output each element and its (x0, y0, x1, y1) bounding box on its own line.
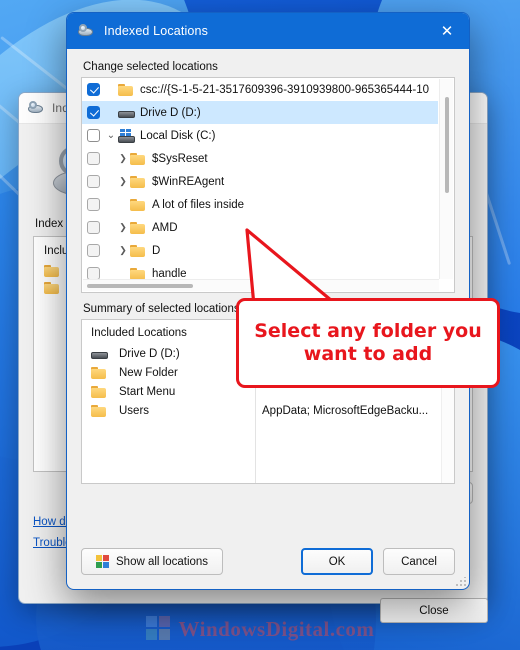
tree-row-label: Drive D (D:) (140, 106, 201, 119)
chevron-right-icon[interactable]: ❯ (116, 176, 130, 187)
summary-included-column: Included Locations Drive D (D:) New Folder… (91, 327, 255, 420)
tree-row[interactable]: ❯ $WinREAgent (82, 170, 438, 193)
resize-grip[interactable] (456, 577, 466, 587)
indexing-options-icon (27, 100, 45, 116)
tree-row-checkbox[interactable] (87, 106, 100, 119)
drive-icon (118, 106, 135, 119)
tree-vertical-scrollbar[interactable] (439, 79, 453, 279)
tree-vertical-scroll-thumb[interactable] (445, 97, 449, 193)
folder-icon (44, 281, 60, 294)
tree-row-checkbox[interactable] (87, 83, 100, 96)
tree-row-label: D (152, 244, 161, 257)
tree-row[interactable]: Drive D (D:) (82, 101, 438, 124)
dialog-button-row: Show all locations OK Cancel (81, 548, 455, 575)
tree-row-label: $SysReset (152, 152, 208, 165)
show-all-locations-button[interactable]: Show all locations (81, 548, 224, 575)
chevron-right-icon[interactable]: ❯ (116, 222, 130, 233)
show-all-locations-label: Show all locations (116, 555, 209, 568)
folder-icon (91, 385, 107, 398)
tree-row[interactable]: ⌄ Local Disk (C:) (82, 124, 438, 147)
tree-row-checkbox[interactable] (87, 221, 100, 234)
change-locations-label: Change selected locations (83, 61, 218, 73)
summary-row[interactable]: Drive D (D:) (91, 344, 255, 363)
tree-row-checkbox[interactable] (87, 152, 100, 165)
tree-horizontal-scroll-thumb[interactable] (87, 284, 193, 288)
close-icon[interactable]: ✕ (425, 13, 469, 49)
folder-icon (130, 198, 146, 211)
summary-row-exclude: AppData; MicrosoftEdgeBacku... (262, 401, 440, 420)
summary-row[interactable]: New Folder (91, 363, 255, 382)
ok-button[interactable]: OK (301, 548, 373, 575)
summary-row-exclude-label: AppData; MicrosoftEdgeBacku... (262, 404, 429, 417)
summary-row[interactable]: Start Menu (91, 382, 255, 401)
chevron-right-icon[interactable]: ❯ (116, 153, 130, 164)
tree-row[interactable]: ❯ $SysReset (82, 147, 438, 170)
callout-text: Select any folder you want to add (254, 320, 482, 366)
folder-icon (91, 366, 107, 379)
tree-row[interactable]: csc://{S-1-5-21-3517609396-3910939800-96… (82, 78, 438, 101)
folder-icon (130, 244, 146, 257)
callout-box: Select any folder you want to add (236, 298, 500, 388)
tree-row-checkbox[interactable] (87, 198, 100, 211)
tree-row-label: csc://{S-1-5-21-3517609396-3910939800-96… (140, 83, 430, 96)
tree-row-label: $WinREAgent (152, 175, 225, 188)
callout-line-2: want to add (303, 343, 433, 365)
bg-window-close-action-button[interactable]: Close (380, 598, 488, 623)
tree-row[interactable]: A lot of files inside (82, 193, 438, 216)
indexing-options-icon (77, 23, 95, 39)
summary-row-label: Start Menu (119, 385, 176, 398)
folder-icon (130, 152, 146, 165)
chevron-down-icon[interactable]: ⌄ (104, 130, 118, 141)
tree-row-label: AMD (152, 221, 178, 234)
windows-drive-icon (118, 129, 135, 143)
cancel-button[interactable]: Cancel (383, 548, 455, 575)
tree-row-label: A lot of files inside (152, 198, 245, 211)
uac-shield-icon (96, 554, 110, 569)
folder-icon (44, 264, 60, 277)
tree-row-checkbox[interactable] (87, 244, 100, 257)
folder-icon (91, 404, 107, 417)
callout-line-1: Select any folder you (254, 319, 482, 342)
summary-row-label: New Folder (119, 366, 178, 379)
tree-row-label: Local Disk (C:) (140, 129, 216, 142)
tree-row-checkbox[interactable] (87, 175, 100, 188)
folder-icon (130, 175, 146, 188)
folder-icon (118, 83, 134, 96)
dialog-title: Indexed Locations (104, 24, 209, 38)
tree-row-label: handle (152, 267, 187, 280)
dialog-titlebar: Indexed Locations ✕ (67, 13, 469, 49)
chevron-right-icon[interactable]: ❯ (116, 245, 130, 256)
summary-row[interactable]: Users (91, 401, 255, 420)
summary-row-label: Drive D (D:) (119, 347, 180, 360)
drive-icon (91, 347, 108, 360)
folder-icon (130, 221, 146, 234)
summary-row-label: Users (119, 404, 150, 417)
tree-row-checkbox[interactable] (87, 129, 100, 142)
summary-column-header-included: Included Locations (91, 327, 187, 339)
